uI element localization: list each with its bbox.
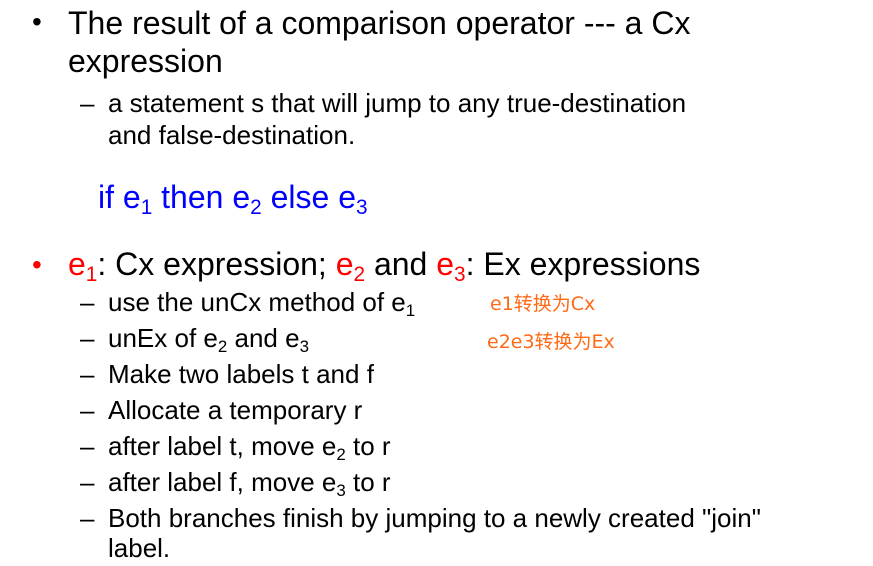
step-5-text: after label t, move e xyxy=(108,431,337,461)
step-4-text: Allocate a temporary r xyxy=(108,395,363,425)
code-sub-1: 1 xyxy=(140,196,153,220)
step-6-dash: – xyxy=(80,467,95,497)
bullet-dot-1: • xyxy=(32,6,42,37)
step-1-dash: – xyxy=(80,287,95,317)
bullet2-e3: e xyxy=(436,246,455,282)
step-6-after: to r xyxy=(345,467,391,497)
bullet1-line2: expression xyxy=(68,43,223,79)
code-then: then e xyxy=(152,179,251,215)
bullet2-line: e1: Cx expression; e2 and e3: Ex express… xyxy=(68,246,701,285)
step-1-sub: 1 xyxy=(405,301,416,321)
step-2-text: unEx of e xyxy=(108,323,218,353)
code-line: if e1 then e2 else e3 xyxy=(98,179,368,218)
annotation-note-1: e1转换为Cx xyxy=(490,293,596,315)
step-2-sub: 2 xyxy=(217,337,228,357)
bullet2-e1-sub: 1 xyxy=(85,263,98,287)
bullet1-sub-line2: and false-destination. xyxy=(108,120,356,150)
step-5-dash: – xyxy=(80,431,95,461)
bullet2-e1: e xyxy=(68,246,86,282)
step-4-dash: – xyxy=(80,395,95,425)
step-7-dash: – xyxy=(80,503,95,533)
bullet1-sub-dash: – xyxy=(80,88,95,118)
step-5: after label t, move e2 to r xyxy=(108,431,391,463)
step-5-sub: 2 xyxy=(336,445,346,465)
bullet2-e2-sub: 2 xyxy=(353,263,366,287)
bullet2-text1: : Cx expression; xyxy=(97,246,336,282)
code-else: else e xyxy=(261,179,356,215)
step-2: unEx of e2 and e3 xyxy=(108,323,309,355)
step-5-after: to r xyxy=(345,431,391,461)
step-6-sub: 3 xyxy=(336,481,346,501)
bullet2-text3: : Ex expressions xyxy=(465,246,701,282)
step-7-text: Both branches finish by jumping to a new… xyxy=(108,503,761,533)
bullet2-e2: e xyxy=(335,246,354,282)
bullet2-e3-sub: 3 xyxy=(454,263,466,287)
code-if: if e xyxy=(98,179,141,215)
step-2-after: and e xyxy=(227,323,300,353)
step-2-dash: – xyxy=(80,323,95,353)
step-1-text: use the unCx method of e xyxy=(108,287,406,317)
step-7-line2: label. xyxy=(108,533,171,563)
annotation-note-2: e2e3转换为Ex xyxy=(487,331,615,353)
code-sub-3: 3 xyxy=(355,196,368,220)
step-6: after label f, move e3 to r xyxy=(108,467,391,499)
step-3-text: Make two labels t and f xyxy=(108,359,374,389)
step-6-text: after label f, move e xyxy=(108,467,337,497)
bullet1-line1: The result of a comparison operator --- … xyxy=(68,5,691,41)
bullet1-sub-line1: a statement s that will jump to any true… xyxy=(108,88,687,118)
bullet-dot-2: • xyxy=(32,249,42,280)
bullet2-text2: and xyxy=(365,246,437,282)
code-sub-2: 2 xyxy=(250,196,262,220)
step-1: use the unCx method of e1 xyxy=(108,287,415,319)
step-2-sub2: 3 xyxy=(299,337,309,357)
step-3-dash: – xyxy=(80,359,95,389)
